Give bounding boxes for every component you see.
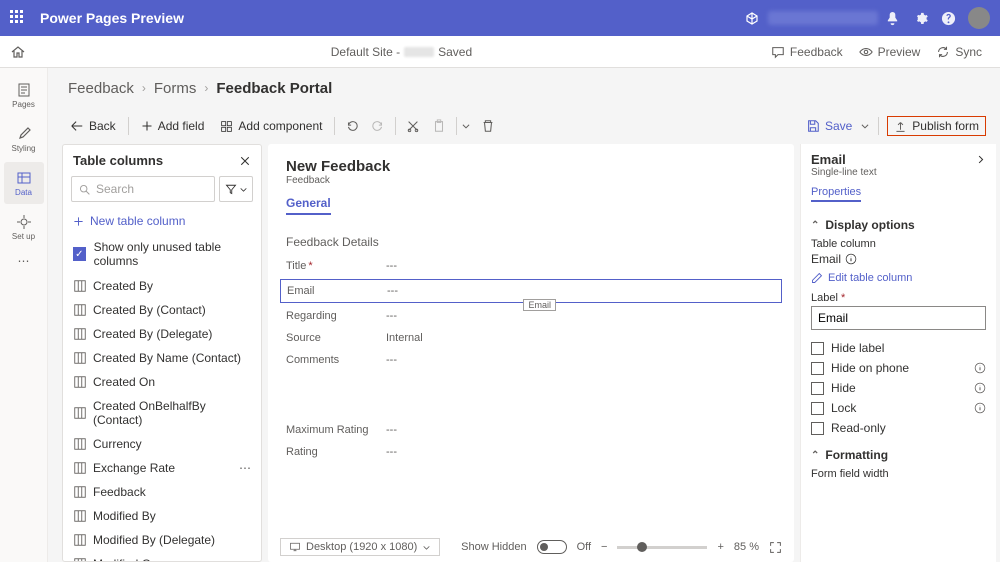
info-icon[interactable] — [845, 253, 857, 265]
column-item[interactable]: Created OnBelhalfBy (Contact) — [63, 394, 261, 432]
prop-checkbox[interactable]: Hide label — [811, 338, 986, 358]
column-item[interactable]: Created By (Delegate) — [63, 322, 261, 346]
prop-checkbox[interactable]: Hide — [811, 378, 986, 398]
prop-checkbox[interactable]: Lock — [811, 398, 986, 418]
add-component-button[interactable]: Add component — [212, 112, 330, 140]
label-input[interactable] — [811, 306, 986, 330]
form-field-row[interactable]: Rating--- — [286, 441, 776, 463]
column-item[interactable]: Feedback — [63, 480, 261, 504]
home-button[interactable] — [10, 44, 40, 60]
column-item[interactable]: Modified By — [63, 504, 261, 528]
form-canvas: New Feedback Feedback General Feedback D… — [268, 144, 794, 562]
column-item[interactable]: Created By — [63, 274, 261, 298]
column-item[interactable]: Modified On — [63, 552, 261, 561]
column-item[interactable]: Exchange Rate⋯ — [63, 456, 261, 480]
section-title: Feedback Details — [286, 235, 776, 249]
feedback-button[interactable]: Feedback — [763, 45, 851, 59]
rail-setup[interactable]: Set up — [4, 206, 44, 248]
notifications-icon[interactable] — [878, 4, 906, 32]
prop-name: Email — [811, 152, 846, 167]
breadcrumb-item[interactable]: Feedback — [68, 80, 134, 97]
show-hidden-state: Off — [577, 541, 591, 553]
zoom-slider[interactable] — [617, 546, 707, 549]
environment-name — [768, 11, 878, 25]
device-selector[interactable]: Desktop (1920 x 1080) — [280, 538, 440, 556]
zoom-out[interactable]: − — [601, 541, 607, 553]
close-panel-icon[interactable] — [239, 155, 251, 167]
show-hidden-toggle[interactable] — [537, 540, 567, 554]
table-columns-panel: Table columns Search New table column ✓S… — [62, 144, 262, 562]
app-launcher-icon[interactable] — [10, 10, 26, 26]
rail-more[interactable]: ⋯ — [18, 254, 30, 268]
settings-icon[interactable] — [906, 4, 934, 32]
column-item[interactable]: Modified By (Delegate) — [63, 528, 261, 552]
column-item[interactable]: Created On — [63, 370, 261, 394]
environment-icon[interactable] — [742, 8, 762, 28]
saved-indicator: Saved — [438, 45, 472, 59]
new-column-button[interactable]: New table column — [63, 208, 261, 234]
prop-checkbox[interactable]: Hide on phone — [811, 358, 986, 378]
breadcrumb-current: Feedback Portal — [216, 80, 332, 97]
form-title: New Feedback — [286, 158, 776, 175]
form-subtitle: Feedback — [286, 175, 776, 186]
label-label: Label — [811, 292, 838, 304]
edit-table-column-link[interactable]: Edit table column — [811, 272, 986, 284]
breadcrumb: Feedback › Forms › Feedback Portal — [48, 68, 1000, 108]
save-chevron[interactable] — [860, 121, 874, 131]
form-field-row[interactable]: Maximum Rating--- — [286, 419, 776, 441]
filter-button[interactable] — [219, 176, 253, 202]
form-field-row[interactable]: Comments--- — [286, 349, 776, 371]
save-button[interactable]: Save — [798, 112, 860, 140]
form-field-row[interactable]: Email---Email — [280, 279, 782, 303]
undo-button[interactable] — [339, 113, 365, 139]
rail-data[interactable]: Data — [4, 162, 44, 204]
prop-tab-properties[interactable]: Properties — [811, 186, 861, 202]
site-cmdbar: Default Site - Saved Feedback Preview Sy… — [0, 36, 1000, 68]
table-column-value: Email — [811, 252, 841, 266]
app-title: Power Pages Preview — [40, 10, 184, 26]
publish-form-button[interactable]: Publish form — [887, 116, 986, 136]
redo-button[interactable] — [365, 113, 391, 139]
form-field-width-label: Form field width — [811, 468, 986, 480]
panel-title: Table columns — [73, 153, 163, 168]
form-toolbar: Back Add field Add component Save Publis… — [48, 108, 1000, 144]
site-name-prefix: Default Site - — [331, 45, 400, 59]
zoom-in[interactable]: + — [717, 541, 723, 553]
show-hidden-label: Show Hidden — [461, 541, 526, 553]
column-item[interactable]: Currency — [63, 432, 261, 456]
app-topbar: Power Pages Preview — [0, 0, 1000, 36]
column-item[interactable]: Created By (Contact) — [63, 298, 261, 322]
left-rail: Pages Styling Data Set up ⋯ — [0, 68, 48, 562]
search-input[interactable]: Search — [71, 176, 215, 202]
cut-button[interactable] — [400, 113, 426, 139]
properties-panel: Email Single-line text Properties ⌃Displ… — [800, 144, 996, 562]
rail-styling[interactable]: Styling — [4, 118, 44, 160]
show-unused-checkbox[interactable]: ✓Show only unused table columns — [63, 234, 261, 274]
prop-checkbox[interactable]: Read-only — [811, 418, 986, 438]
group-formatting[interactable]: Formatting — [825, 448, 888, 462]
prop-type: Single-line text — [811, 167, 986, 178]
preview-button[interactable]: Preview — [851, 45, 929, 59]
breadcrumb-item[interactable]: Forms — [154, 80, 197, 97]
rail-pages[interactable]: Pages — [4, 74, 44, 116]
table-column-label: Table column — [811, 238, 986, 250]
zoom-value: 85 % — [734, 541, 759, 553]
tab-general[interactable]: General — [286, 196, 331, 215]
back-button[interactable]: Back — [62, 112, 124, 140]
fullscreen-icon[interactable] — [769, 541, 782, 554]
add-field-button[interactable]: Add field — [133, 112, 213, 140]
prop-chevron-icon[interactable] — [975, 154, 986, 165]
group-display[interactable]: Display options — [825, 218, 914, 232]
form-field-row[interactable]: SourceInternal — [286, 327, 776, 349]
column-item[interactable]: Created By Name (Contact) — [63, 346, 261, 370]
site-name — [404, 47, 434, 57]
delete-button[interactable] — [475, 113, 501, 139]
sync-button[interactable]: Sync — [928, 45, 990, 59]
help-icon[interactable] — [934, 4, 962, 32]
paste-button[interactable] — [426, 113, 452, 139]
form-field-row[interactable]: Title*--- — [286, 255, 776, 277]
user-avatar[interactable] — [968, 7, 990, 29]
paste-chevron[interactable] — [461, 121, 475, 131]
